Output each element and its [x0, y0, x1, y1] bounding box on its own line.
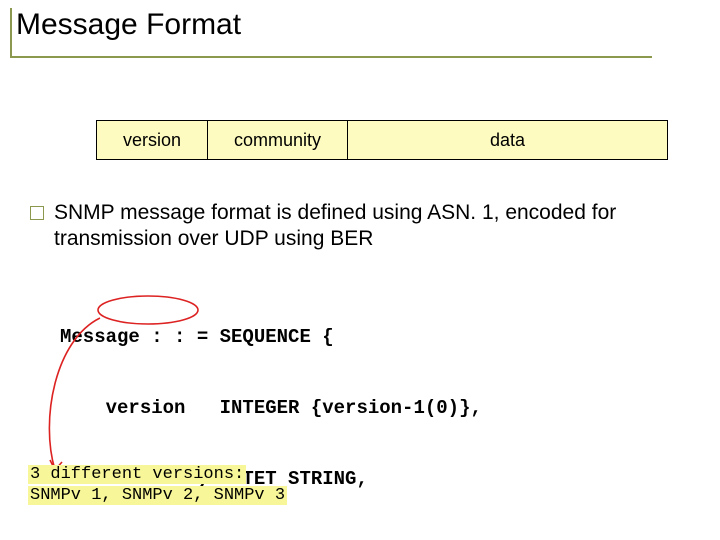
slide: Message Format version community data SN… [0, 0, 720, 540]
diagram-field-community: community [207, 121, 347, 159]
message-format-diagram: version community data [96, 120, 668, 160]
code-line-2: version INTEGER {version-1(0)}, [60, 397, 482, 421]
title-block: Message Format [10, 8, 650, 48]
diagram-field-version: version [97, 121, 207, 159]
footnote-line-2: SNMPv 1, SNMPv 2, SNMPv 3 [28, 485, 287, 506]
footnote-highlight-2: SNMPv 1, SNMPv 2, SNMPv 3 [28, 486, 287, 505]
footnote-highlight-1: 3 different versions: [28, 465, 246, 484]
bullet-square-icon [30, 206, 44, 220]
bullet-item: SNMP message format is defined using ASN… [30, 200, 670, 253]
slide-title: Message Format [10, 8, 650, 48]
footnote-block: 3 different versions: SNMPv 1, SNMPv 2, … [28, 464, 287, 507]
diagram-field-data: data [347, 121, 667, 159]
footnote-line-1: 3 different versions: [28, 464, 287, 485]
code-line-1: Message : : = SEQUENCE { [60, 326, 482, 350]
bullet-text: SNMP message format is defined using ASN… [54, 200, 670, 253]
